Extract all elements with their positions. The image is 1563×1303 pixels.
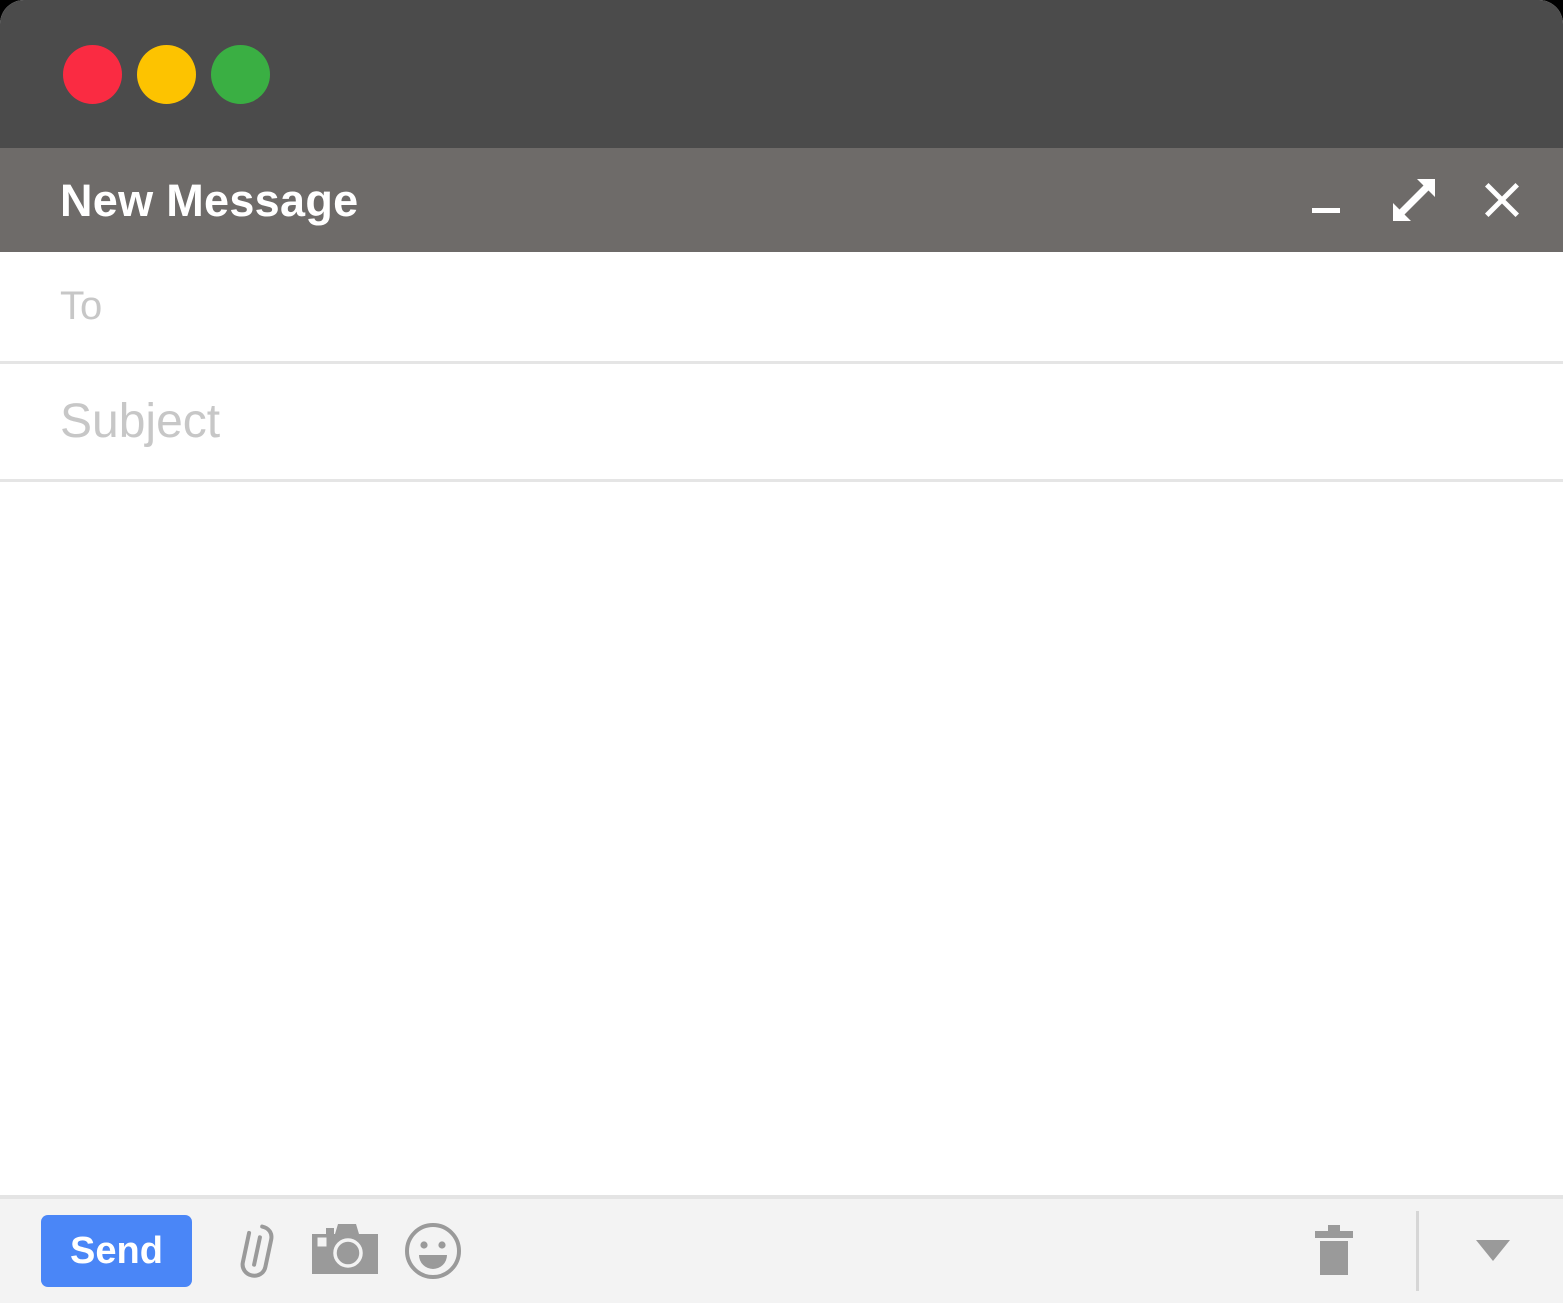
compose-toolbar: Send: [0, 1195, 1563, 1303]
toolbar-right-group: [1302, 1211, 1521, 1291]
message-body-area[interactable]: [0, 482, 1563, 1195]
compose-header: New Message: [0, 148, 1563, 252]
trash-icon[interactable]: [1302, 1214, 1366, 1288]
to-input[interactable]: [60, 284, 1563, 329]
header-controls: [1303, 177, 1525, 223]
traffic-light-controls: [63, 44, 270, 104]
to-field-row[interactable]: [0, 252, 1563, 364]
os-maximize-button[interactable]: [211, 44, 270, 104]
toolbar-left-group: Send: [41, 1214, 470, 1288]
toolbar-divider: [1416, 1211, 1419, 1291]
minimize-icon[interactable]: [1303, 177, 1349, 223]
emoji-icon[interactable]: [396, 1214, 470, 1288]
message-body-input[interactable]: [60, 508, 1503, 1169]
close-icon[interactable]: [1479, 177, 1525, 223]
photo-icon[interactable]: [308, 1214, 382, 1288]
subject-field-row[interactable]: [0, 364, 1563, 482]
os-minimize-button[interactable]: [137, 44, 196, 104]
chevron-down-icon[interactable]: [1465, 1214, 1521, 1288]
os-title-bar: [0, 0, 1563, 148]
compose-window: New Message To Subject Send: [0, 0, 1563, 1303]
send-button[interactable]: Send: [41, 1215, 192, 1287]
expand-icon[interactable]: [1391, 177, 1437, 223]
page-title: New Message: [60, 174, 359, 226]
subject-input[interactable]: [60, 394, 1563, 449]
os-close-button[interactable]: [63, 44, 122, 104]
attach-icon[interactable]: [220, 1214, 294, 1288]
